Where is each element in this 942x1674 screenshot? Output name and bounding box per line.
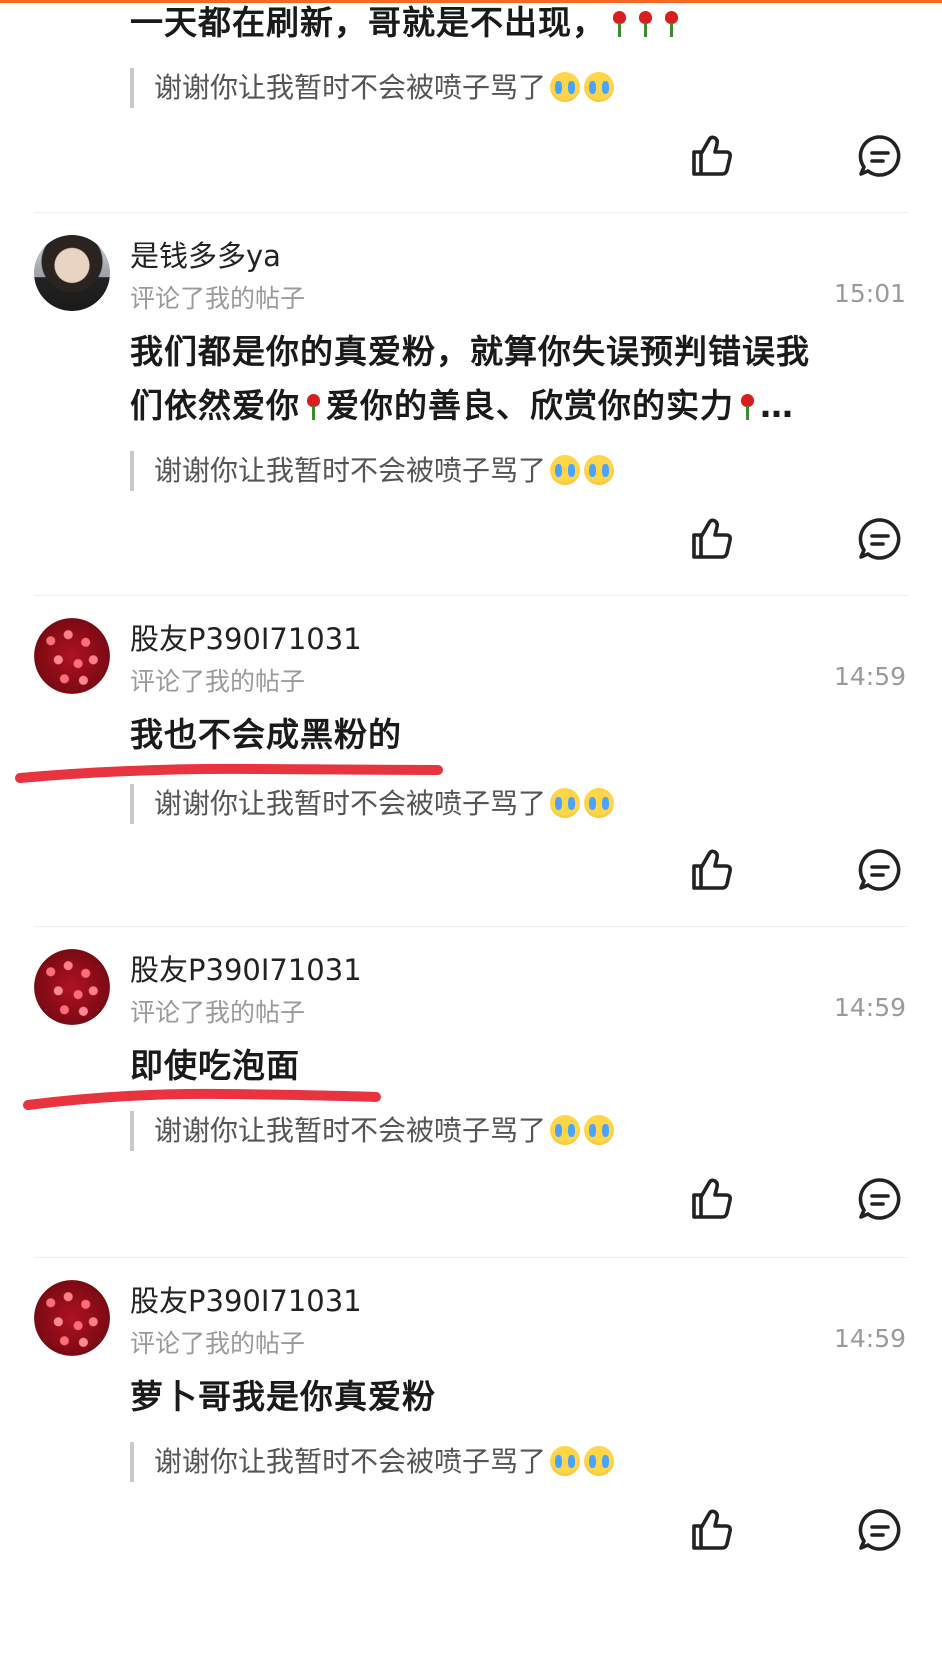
timestamp: 14:59: [833, 662, 906, 691]
rose-emoji: [612, 11, 626, 37]
crying-emoji: [550, 455, 581, 485]
my-reply: 谢谢你让我暂时不会被喷子骂了: [130, 451, 615, 491]
comment-content: 萝卜哥我是你真爱粉: [130, 1377, 436, 1416]
rose-emoji: [306, 394, 320, 420]
crying-emoji: [550, 1446, 581, 1476]
comment-bubble-icon[interactable]: [856, 132, 904, 180]
thumbs-up-icon[interactable]: [688, 132, 736, 180]
comment-action: 评论了我的帖子: [130, 667, 306, 696]
divider: [34, 212, 908, 213]
comment-action: 评论了我的帖子: [130, 998, 306, 1027]
crying-emoji: [584, 1115, 615, 1145]
crying-emoji: [584, 455, 615, 485]
red-underline-annotation: [23, 1088, 381, 1110]
avatar[interactable]: [34, 618, 110, 694]
rose-emoji: [664, 11, 678, 37]
crying-emoji: [584, 788, 615, 818]
comment-content: 我也不会成黑粉的: [130, 715, 402, 754]
comment-content: 一天都在刷新，哥就是不出现，: [130, 0, 890, 50]
divider: [34, 1257, 908, 1258]
rose-emoji: [740, 394, 754, 420]
my-reply: 谢谢你让我暂时不会被喷子骂了: [130, 68, 615, 108]
comment-bubble-icon[interactable]: [856, 846, 904, 894]
crying-emoji: [584, 1446, 615, 1476]
crying-emoji: [584, 72, 615, 102]
comment-bubble-icon[interactable]: [856, 1506, 904, 1554]
divider: [34, 595, 908, 596]
thumbs-up-icon[interactable]: [688, 1175, 736, 1223]
timestamp: 14:59: [833, 1324, 906, 1353]
my-reply: 谢谢你让我暂时不会被喷子骂了: [130, 1442, 615, 1482]
username[interactable]: 是钱多多ya: [130, 233, 281, 275]
comment-bubble-icon[interactable]: [856, 1175, 904, 1223]
avatar[interactable]: [34, 235, 110, 311]
crying-emoji: [550, 72, 581, 102]
thumbs-up-icon[interactable]: [688, 515, 736, 563]
crying-emoji: [550, 1115, 581, 1145]
thumbs-up-icon[interactable]: [688, 1506, 736, 1554]
my-reply: 谢谢你让我暂时不会被喷子骂了: [130, 784, 615, 824]
thumbs-up-icon[interactable]: [688, 846, 736, 894]
avatar[interactable]: [34, 949, 110, 1025]
my-reply: 谢谢你让我暂时不会被喷子骂了: [130, 1111, 615, 1151]
comment-action: 评论了我的帖子: [130, 284, 306, 313]
crying-emoji: [550, 788, 581, 818]
username[interactable]: 股友P390I71031: [130, 947, 362, 989]
username[interactable]: 股友P390I71031: [130, 616, 362, 658]
comment-content: 我们都是你的真爱粉，就算你失误预判错误我 们依然爱你 爱你的善良、欣赏你的实力…: [130, 332, 810, 425]
comment-bubble-icon[interactable]: [856, 515, 904, 563]
timestamp: 15:01: [833, 279, 906, 308]
avatar[interactable]: [34, 1280, 110, 1356]
comment-action: 评论了我的帖子: [130, 1329, 306, 1358]
timestamp: 14:59: [833, 993, 906, 1022]
divider: [34, 926, 908, 927]
rose-emoji: [638, 11, 652, 37]
username[interactable]: 股友P390I71031: [130, 1278, 362, 1320]
